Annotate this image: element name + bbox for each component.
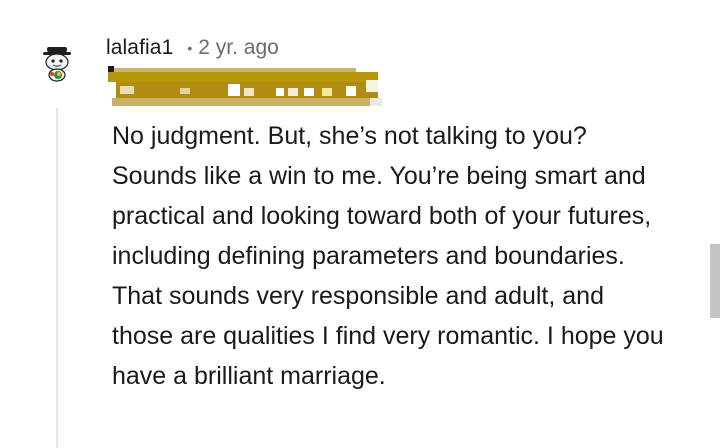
user-flair-redacted [108,66,384,108]
user-avatar[interactable] [38,44,76,82]
scrollbar-thumb[interactable] [710,244,720,318]
thread-line[interactable] [56,108,58,448]
comment-header: lalafia1 • 2 yr. ago [106,34,279,62]
meta-separator: • [187,40,193,56]
username[interactable]: lalafia1 [106,36,173,60]
timestamp[interactable]: 2 yr. ago [198,36,279,60]
pixelated-flair-icon [108,66,384,108]
snoo-avatar-icon [43,47,71,82]
comment-body: No judgment. But, she’s not talking to y… [112,122,664,390]
